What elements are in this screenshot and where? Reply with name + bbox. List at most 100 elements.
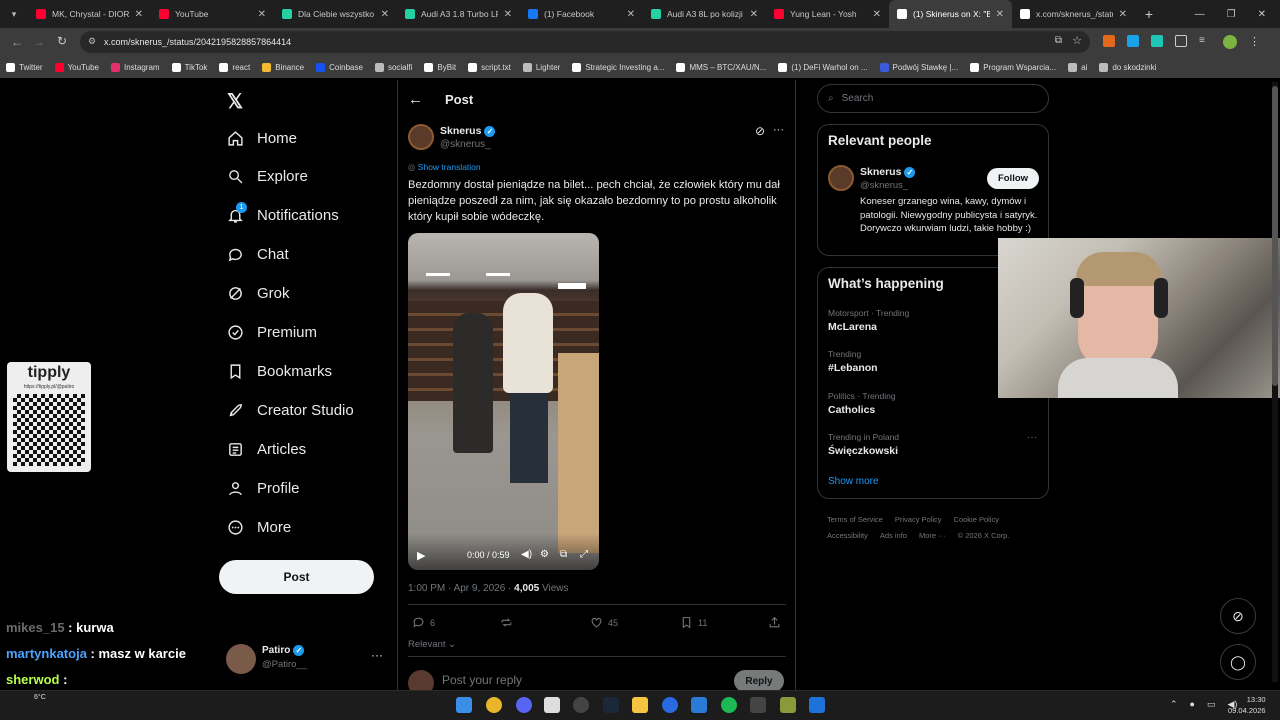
extensions-puzzle-icon[interactable] (1175, 35, 1187, 47)
chat-floating-button[interactable]: ◯ (1220, 644, 1256, 680)
footer-link[interactable]: Privacy Policy (895, 515, 942, 524)
bookmark-item[interactable]: MMS – BTC/XAU/N... (676, 62, 766, 72)
browser-tab[interactable]: Audi A3 8L po kolizji ✕ (643, 0, 766, 28)
pip-icon[interactable]: ⧉ (560, 549, 567, 560)
person-name-block[interactable]: Sknerus ✓ (860, 166, 916, 178)
bookmark-item[interactable]: Binance (262, 62, 304, 72)
bookmark-item[interactable]: (1) DeFi Warhol on ... (778, 62, 868, 72)
footer-link[interactable]: Cookie Policy (954, 515, 999, 524)
steam-icon[interactable] (603, 697, 619, 713)
new-tab-button[interactable]: + (1135, 6, 1163, 22)
bookmark-item[interactable]: Podwój Stawkę |... (879, 62, 958, 72)
clock[interactable]: 13:30 09.04.2026 (1228, 694, 1266, 716)
settings-icon[interactable]: ⚙ (540, 549, 549, 560)
author-handle[interactable]: @sknerus_ (440, 139, 491, 150)
relevant-dropdown[interactable]: Relevant ⌄ (408, 639, 456, 650)
close-tab-icon[interactable]: ✕ (627, 9, 635, 20)
bookmark-item[interactable]: socialfi (374, 62, 412, 72)
app-icon[interactable] (809, 697, 825, 713)
like-action[interactable]: 45 (590, 616, 618, 629)
bookmark-item[interactable]: Lighter (522, 62, 560, 72)
reply-input[interactable]: Post your reply (442, 673, 522, 687)
post-timestamp[interactable]: 1:00 PM · Apr 9, 2026 · (408, 583, 514, 594)
address-bar[interactable]: ⚙ x.com/sknerus_/status/2042195828857864… (80, 31, 1090, 53)
follow-button[interactable]: Follow (987, 168, 1039, 189)
maximize-icon[interactable]: ❐ (1227, 9, 1236, 20)
browser-tab[interactable]: x.com/sknerus_/statu ✕ (1012, 0, 1135, 28)
close-window-icon[interactable]: ✕ (1258, 9, 1266, 20)
close-tab-icon[interactable]: ✕ (873, 9, 881, 20)
star-icon[interactable]: ☆ (1072, 34, 1082, 47)
post-button[interactable]: Post (219, 560, 374, 594)
footer-link[interactable]: © 2026 X Corp. (958, 531, 1010, 540)
bookmark-item[interactable]: YouTube (54, 62, 99, 72)
app-icon[interactable] (750, 697, 766, 713)
sidebar-item-more[interactable]: More (227, 515, 397, 539)
grok-floating-button[interactable]: ⊘ (1220, 598, 1256, 634)
app-icon[interactable] (691, 697, 707, 713)
browser-tab[interactable]: Audi A3 1.8 Turbo LP ✕ (397, 0, 520, 28)
bookmark-item[interactable]: do skodzinki (1099, 62, 1156, 72)
app-icon[interactable] (780, 697, 796, 713)
sidebar-item-notifications[interactable]: 1 Notifications (227, 202, 397, 228)
play-icon[interactable]: ▶ (417, 549, 425, 562)
more-dots-icon[interactable]: ··· (371, 648, 383, 662)
close-tab-icon[interactable]: ✕ (504, 9, 512, 20)
reload-icon[interactable]: ↻ (57, 34, 67, 48)
trend-item[interactable]: Trending in Poland Święczkowski ··· (828, 432, 1043, 457)
volume-icon[interactable]: ◀) (521, 549, 532, 560)
sidebar-item-home[interactable]: Home (227, 126, 397, 150)
fullscreen-icon[interactable]: ⤢ (580, 549, 588, 560)
app-icon[interactable] (662, 697, 678, 713)
sidebar-item-profile[interactable]: Profile (227, 476, 397, 500)
bookmark-item[interactable]: Twitter (6, 62, 43, 72)
close-tab-icon[interactable]: ✕ (750, 9, 758, 20)
app-icon[interactable] (544, 697, 560, 713)
close-tab-icon[interactable]: ✕ (381, 9, 389, 20)
scrollbar[interactable] (1272, 82, 1278, 682)
footer-link[interactable]: Accessibility (827, 531, 868, 540)
x-logo-icon[interactable]: 𝕏 (227, 89, 243, 114)
minimize-icon[interactable]: — (1195, 9, 1205, 20)
bookmark-item[interactable]: Program Wsparcia... (970, 62, 1056, 72)
media-icon[interactable]: ≡ (1199, 35, 1211, 47)
show-more-link[interactable]: Show more (828, 476, 879, 487)
reply-button[interactable]: Reply (734, 670, 784, 692)
speaker-icon[interactable]: ◀) (1228, 699, 1238, 710)
windows-start-icon[interactable] (456, 697, 472, 713)
browser-tab[interactable]: Yung Lean - Yosh ✕ (766, 0, 889, 28)
bookmark-item[interactable]: script.txt (468, 62, 511, 72)
author-name-block[interactable]: Sknerus ✓ (440, 125, 496, 137)
search-input[interactable]: ⌕ Search (817, 84, 1049, 113)
bookmark-item[interactable]: Instagram (111, 62, 160, 72)
install-icon[interactable]: ⧉ (1055, 35, 1062, 46)
discord-icon[interactable] (516, 697, 532, 713)
weather-temp[interactable]: 6°C (34, 694, 46, 701)
sidebar-item-bookmarks[interactable]: Bookmarks (227, 359, 397, 383)
bookmark-item[interactable]: react (219, 62, 250, 72)
sidebar-item-grok[interactable]: Grok (227, 282, 397, 306)
footer-link[interactable]: More ··· (919, 531, 946, 540)
browser-tab[interactable]: (1) Skinerus on X: "B ✕ (889, 0, 1012, 28)
browser-tab[interactable]: (1) Facebook ✕ (520, 0, 643, 28)
extension-icon[interactable] (1103, 35, 1115, 47)
close-tab-icon[interactable]: ✕ (996, 9, 1004, 20)
sidebar-item-articles[interactable]: Articles (227, 437, 397, 461)
repost-action[interactable] (500, 616, 513, 629)
more-dots-icon[interactable]: ··· (773, 124, 784, 136)
profile-avatar-icon[interactable] (1223, 35, 1237, 49)
footer-link[interactable]: Ads info (880, 531, 907, 540)
bookmark-item[interactable]: Strategic Investing a... (572, 62, 664, 72)
browser-tab[interactable]: Dla Ciebie wszystko - ✕ (274, 0, 397, 28)
more-dots-icon[interactable]: ··· (1027, 432, 1037, 443)
tab-search-icon[interactable]: ▾ (0, 0, 28, 28)
close-tab-icon[interactable]: ✕ (1119, 9, 1127, 20)
person-avatar[interactable] (828, 165, 854, 191)
grok-icon[interactable]: ⊘ (755, 124, 765, 138)
obs-icon[interactable] (573, 697, 589, 713)
browser-tab[interactable]: MK, Chrystal - DIOR ✕ (28, 0, 151, 28)
reply-action[interactable]: 6 (412, 616, 435, 629)
microphone-icon[interactable]: ● (1190, 699, 1195, 710)
show-translation-link[interactable]: ◎ Show translation (408, 162, 481, 173)
bookmark-item[interactable]: Coinbase (316, 62, 363, 72)
